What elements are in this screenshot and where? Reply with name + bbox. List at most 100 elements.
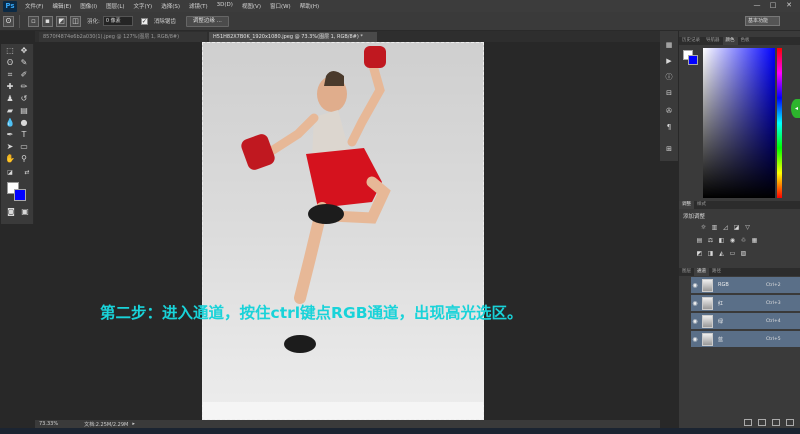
zoom-tool-icon[interactable]: ⚲ (18, 154, 30, 164)
document-tab-active[interactable]: H51H82X7B0K_1920x1080.jpeg @ 73.3%(图层 1,… (209, 32, 377, 42)
antialias-checkbox[interactable]: ✓ (140, 17, 148, 25)
history-brush-icon[interactable]: ↺ (18, 94, 30, 104)
background-color-swatch[interactable] (14, 189, 26, 201)
type-tool-icon[interactable]: T (18, 130, 30, 140)
tab-paths[interactable]: 路径 (709, 268, 724, 276)
load-selection-icon[interactable] (744, 419, 752, 426)
dodge-tool-icon[interactable]: ● (18, 118, 30, 128)
color-lookup-icon[interactable]: ▦ (750, 237, 759, 245)
properties-icon[interactable]: ⊟ (664, 89, 674, 98)
threshold-icon[interactable]: ◭ (717, 250, 726, 258)
menu-type[interactable]: 文字(Y) (134, 2, 153, 10)
bw-icon[interactable]: ◧ (717, 237, 726, 245)
refine-edge-button[interactable]: 调整边缘 ... (185, 15, 229, 27)
healing-brush-icon[interactable]: ✚ (4, 82, 16, 92)
maximize-button[interactable]: □ (766, 1, 780, 10)
paragraph-icon[interactable]: ¶ (664, 123, 674, 132)
brush-panel-icon[interactable]: ✇ (664, 107, 674, 116)
tab-adjustments[interactable]: 调整 (679, 201, 694, 209)
menu-help[interactable]: 帮助(H) (300, 2, 319, 10)
pen-tool-icon[interactable]: ✒ (4, 130, 16, 140)
menu-view[interactable]: 视图(V) (242, 2, 261, 10)
brush-tool-icon[interactable]: ✏ (18, 82, 30, 92)
menu-file[interactable]: 文件(F) (25, 2, 43, 10)
menu-image[interactable]: 图像(I) (80, 2, 97, 10)
exposure-icon[interactable]: ◪ (732, 224, 741, 232)
default-colors-icon[interactable]: ◪ (4, 168, 16, 178)
gradient-map-icon[interactable]: ▭ (728, 250, 737, 258)
gradient-tool-icon[interactable]: ▤ (18, 106, 30, 116)
panel-background-swatch[interactable] (688, 55, 698, 65)
invert-icon[interactable]: ◩ (695, 250, 704, 258)
hue-slider[interactable] (777, 48, 782, 198)
menu-window[interactable]: 窗口(W) (270, 2, 291, 10)
tab-styles[interactable]: 样式 (694, 201, 709, 209)
tab-color[interactable]: 颜色 (722, 37, 738, 45)
close-button[interactable]: ✕ (782, 1, 796, 10)
stamp-tool-icon[interactable]: ♟ (4, 94, 16, 104)
eye-icon[interactable]: ◉ (691, 300, 699, 307)
workspace-select[interactable]: 基本功能 (745, 16, 780, 26)
delete-channel-icon[interactable] (786, 419, 794, 426)
path-select-icon[interactable]: ➤ (4, 142, 16, 152)
subtract-selection-icon[interactable]: ◩ (56, 15, 67, 27)
selective-color-icon[interactable]: ▨ (739, 250, 748, 258)
tab-swatches[interactable]: 色板 (738, 37, 753, 45)
add-selection-icon[interactable]: ▪ (42, 15, 53, 27)
tab-layers[interactable]: 图层 (679, 268, 694, 276)
eye-icon[interactable]: ◉ (691, 318, 699, 325)
info-panel-icon[interactable]: ⓘ (664, 73, 674, 82)
crop-tool-icon[interactable]: ⌗ (4, 70, 16, 80)
color-field[interactable] (703, 48, 775, 198)
tab-channels[interactable]: 通道 (694, 268, 709, 276)
posterize-icon[interactable]: ◨ (706, 250, 715, 258)
photo-filter-icon[interactable]: ◉ (728, 237, 737, 245)
eraser-tool-icon[interactable]: ▰ (4, 106, 16, 116)
brightness-icon[interactable]: ☼ (699, 224, 708, 232)
channel-row-red[interactable]: ◉ 红 Ctrl+3 (691, 295, 800, 312)
marquee-tool-icon[interactable]: ⬚ (4, 46, 16, 56)
hue-sat-icon[interactable]: ▤ (695, 237, 704, 245)
history-panel-icon[interactable]: ▦ (664, 41, 674, 50)
channel-row-rgb[interactable]: ◉ RGB Ctrl+2 (691, 277, 800, 294)
quick-select-tool-icon[interactable]: ✎ (18, 58, 30, 68)
color-balance-icon[interactable]: ⚖ (706, 237, 715, 245)
blur-tool-icon[interactable]: 💧 (4, 118, 16, 128)
menu-select[interactable]: 选择(S) (161, 2, 180, 10)
eye-icon[interactable]: ◉ (691, 282, 699, 289)
eye-icon[interactable]: ◉ (691, 336, 699, 343)
adjust-panel-icon[interactable]: ⊞ (664, 145, 674, 154)
swap-colors-icon[interactable]: ⇄ (21, 168, 33, 178)
vibrance-icon[interactable]: ▽ (743, 224, 752, 232)
status-menu-icon[interactable]: ▸ (132, 421, 135, 427)
quick-mask-icon[interactable]: ◙ (5, 207, 17, 217)
lasso-tool-icon[interactable]: ʘ (4, 58, 16, 68)
menu-layer[interactable]: 图层(L) (106, 2, 124, 10)
minimize-button[interactable]: — (750, 1, 764, 10)
document-tab[interactable]: 8570f4874e6b2a030(1).jpeg @ 127%(图层 1, R… (39, 32, 207, 42)
new-selection-icon[interactable]: ▫ (28, 15, 39, 27)
eyedropper-tool-icon[interactable]: ✐ (18, 70, 30, 80)
curves-icon[interactable]: ◿ (721, 224, 730, 232)
menu-filter[interactable]: 滤镜(T) (189, 2, 208, 10)
side-float-button[interactable]: ◂ (791, 99, 800, 118)
zoom-level[interactable]: 73.33% (39, 421, 58, 427)
shape-tool-icon[interactable]: ▭ (18, 142, 30, 152)
move-tool-icon[interactable]: ✥ (18, 46, 30, 56)
channel-row-blue[interactable]: ◉ 蓝 Ctrl+5 (691, 331, 800, 348)
channel-row-green[interactable]: ◉ 绿 Ctrl+4 (691, 313, 800, 330)
hand-tool-icon[interactable]: ✋ (4, 154, 16, 164)
play-action-icon[interactable]: ▶ (664, 57, 674, 66)
feather-input[interactable]: 0 像素 (102, 16, 133, 26)
lasso-tool-preset-icon[interactable]: ʘ (3, 15, 14, 27)
menu-3d[interactable]: 3D(D) (217, 2, 233, 10)
screen-mode-icon[interactable]: ▣ (19, 207, 31, 217)
channel-mixer-icon[interactable]: ♲ (739, 237, 748, 245)
intersect-selection-icon[interactable]: ◫ (70, 15, 81, 27)
levels-icon[interactable]: ▥ (710, 224, 719, 232)
menu-edit[interactable]: 编辑(E) (52, 2, 71, 10)
save-selection-icon[interactable] (758, 419, 766, 426)
tab-navigator[interactable]: 导航器 (703, 37, 723, 45)
new-channel-icon[interactable] (772, 419, 780, 426)
tab-history[interactable]: 历史记录 (679, 37, 703, 45)
